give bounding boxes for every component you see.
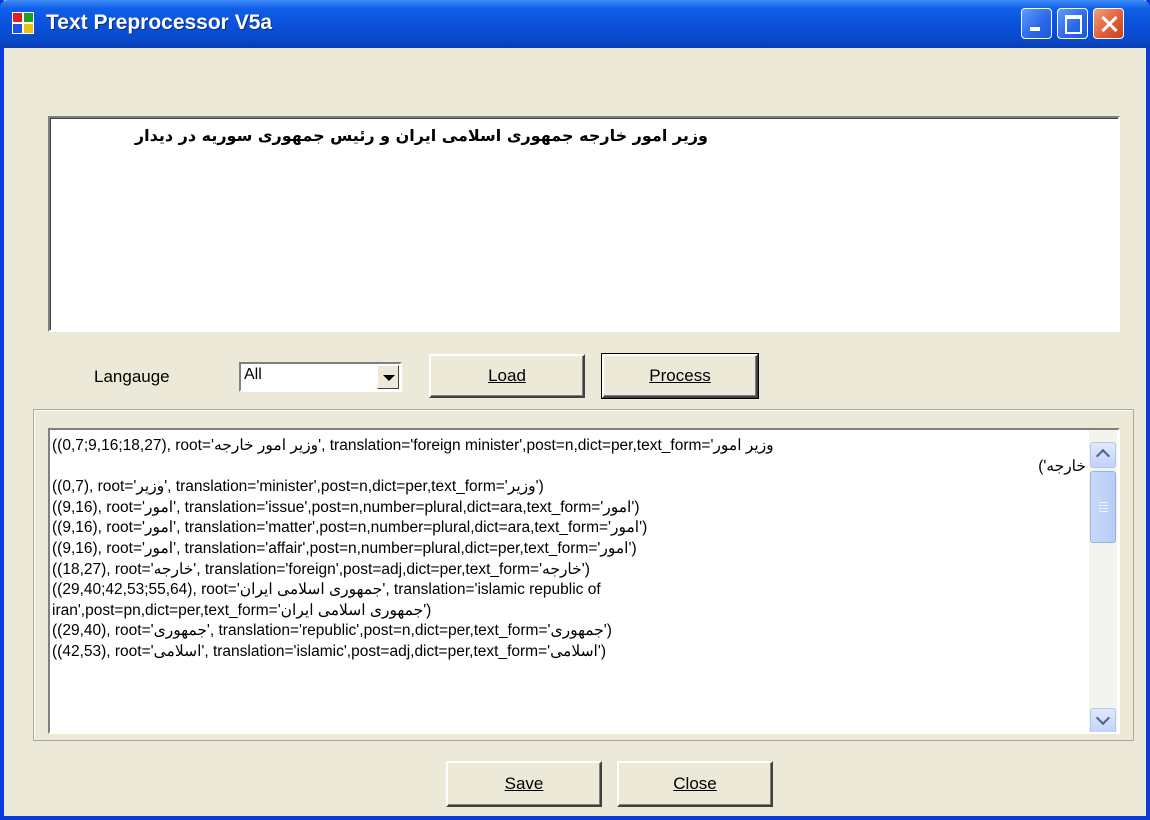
output-textbox[interactable]: ((0,7;9,16;18,27), root='وزیر امور خارجه…	[48, 428, 1120, 734]
chevron-down-icon[interactable]	[377, 365, 399, 389]
input-textbox[interactable]: وزیر امور خارجه جمهوری اسلامی ایران و رئ…	[48, 116, 1120, 332]
vertical-scrollbar[interactable]	[1089, 430, 1117, 732]
output-line: ((0,7), root='وزیر', translation='minist…	[52, 478, 544, 496]
language-select[interactable]: All	[239, 362, 402, 392]
close-button-label: Close	[673, 774, 717, 793]
save-button-label: Save	[504, 774, 544, 793]
save-button[interactable]: Save	[446, 761, 602, 807]
output-line: ((29,40), root='جمهوری', translation='re…	[52, 622, 612, 640]
app-icon	[12, 12, 34, 34]
output-line: ((9,16), root='امور', translation='issue…	[52, 498, 640, 516]
scroll-down-icon[interactable]	[1090, 708, 1116, 732]
output-line: خارجه')	[1038, 457, 1086, 475]
minimize-button[interactable]	[1021, 8, 1052, 39]
output-lines: ((0,7;9,16;18,27), root='وزیر امور خارجه…	[52, 436, 1086, 663]
close-window-button[interactable]	[1093, 8, 1124, 39]
output-line: ((42,53), root='اسلامی', translation='is…	[52, 642, 606, 660]
output-line: ((9,16), root='امور', translation='affai…	[52, 539, 637, 557]
output-line: ((9,16), root='امور', translation='matte…	[52, 519, 648, 537]
load-button[interactable]: Load	[429, 354, 585, 398]
close-button[interactable]: Close	[617, 761, 773, 807]
maximize-button[interactable]	[1057, 8, 1088, 39]
window-title: Text Preprocessor V5a	[46, 11, 273, 34]
output-line: ((29,40;42,53;55,64), root='جمهوری اسلام…	[52, 581, 601, 599]
process-button[interactable]: Process	[601, 353, 759, 399]
language-select-value: All	[244, 366, 262, 383]
load-button-label: Load	[488, 366, 526, 385]
app-window: Text Preprocessor V5a وزیر امور خارجه جم…	[0, 0, 1150, 820]
output-line: iran',post=pn,dict=per,text_form='جمهوری…	[52, 601, 432, 619]
language-label: Langauge	[94, 367, 170, 386]
input-text: وزیر امور خارجه جمهوری اسلامی ایران و رئ…	[134, 126, 708, 145]
process-button-label: Process	[649, 366, 711, 385]
title-bar[interactable]: Text Preprocessor V5a	[0, 0, 1150, 48]
output-line: ((18,27), root='خارجه', translation='for…	[52, 560, 590, 578]
output-line: ((0,7;9,16;18,27), root='وزیر امور خارجه…	[52, 437, 774, 454]
scroll-up-icon[interactable]	[1090, 442, 1116, 468]
scrollbar-thumb[interactable]	[1090, 471, 1116, 543]
